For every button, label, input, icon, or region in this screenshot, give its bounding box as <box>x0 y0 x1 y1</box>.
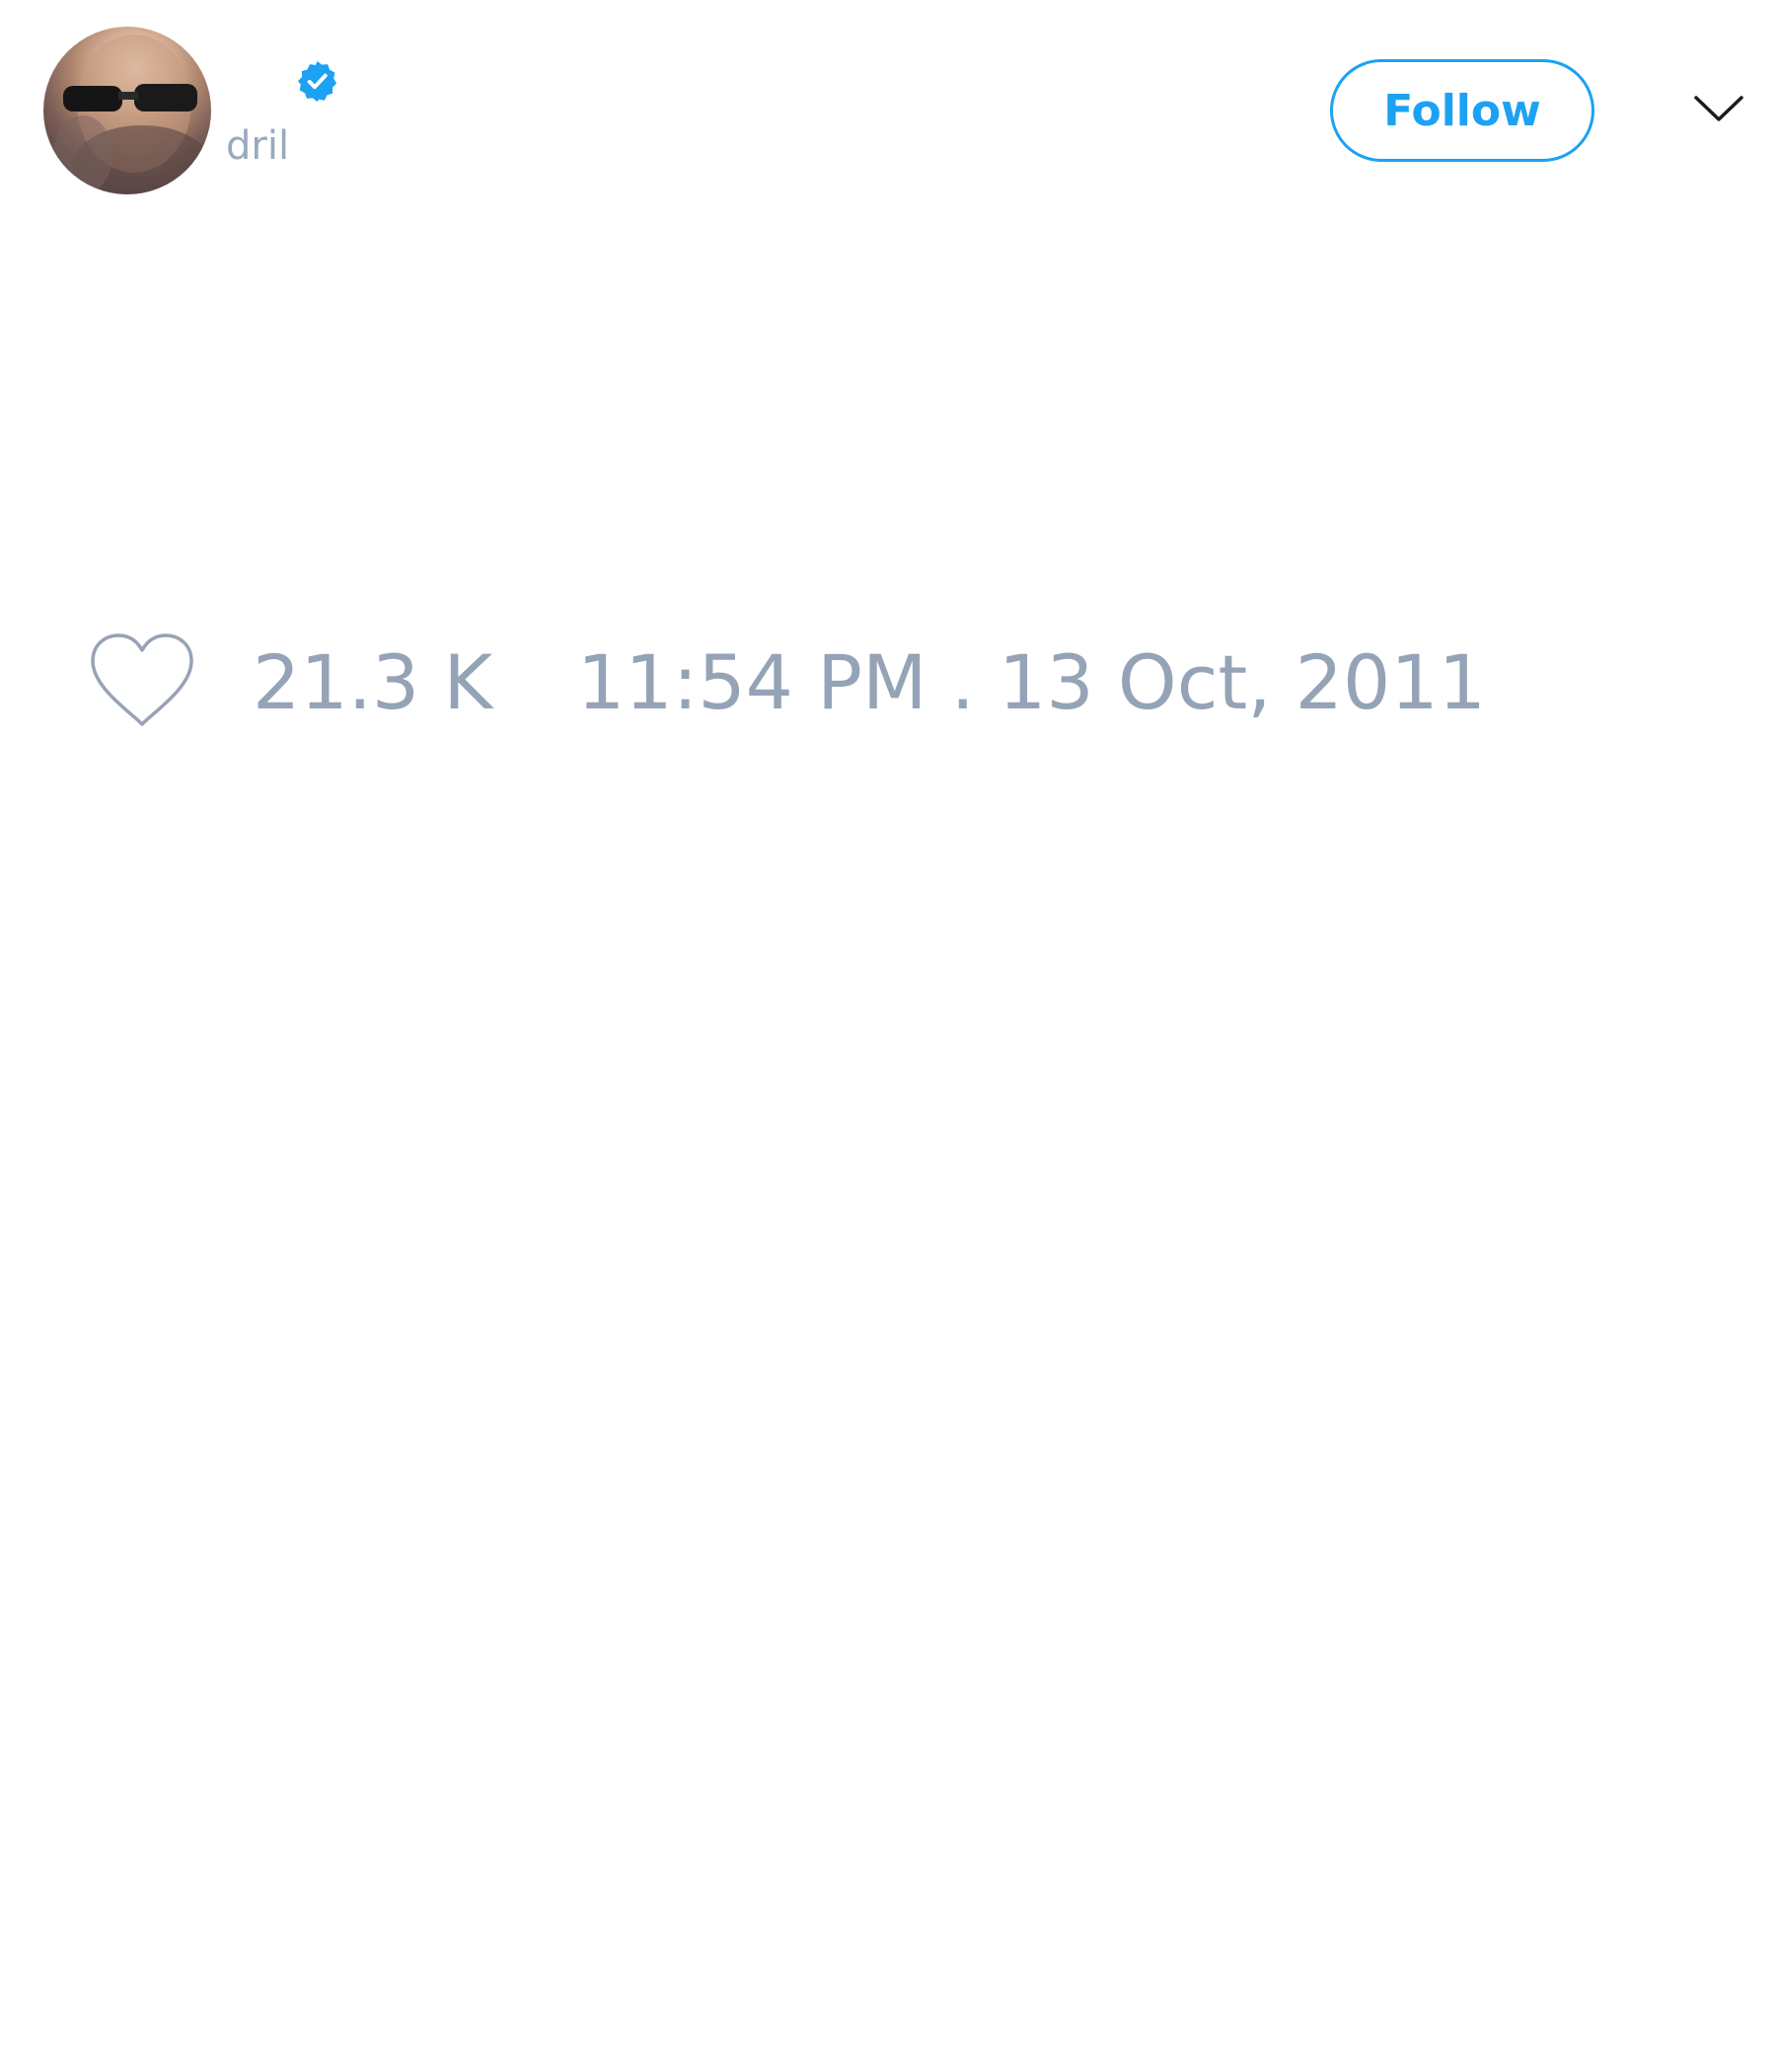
author-handle[interactable]: dril <box>226 126 289 166</box>
like-count: 21.3 K <box>253 638 493 726</box>
chevron-down-icon[interactable] <box>1693 91 1744 128</box>
follow-button[interactable]: Follow <box>1330 59 1594 162</box>
tweet-stats: 21.3 K 11:54 PM . 13 Oct, 2011 <box>0 631 1776 740</box>
avatar[interactable] <box>43 27 211 194</box>
tweet-timestamp[interactable]: 11:54 PM . 13 Oct, 2011 <box>577 637 1486 727</box>
verified-badge-icon <box>297 60 337 103</box>
heart-outline-icon[interactable] <box>89 631 195 730</box>
profile-photo-icon <box>53 35 211 194</box>
